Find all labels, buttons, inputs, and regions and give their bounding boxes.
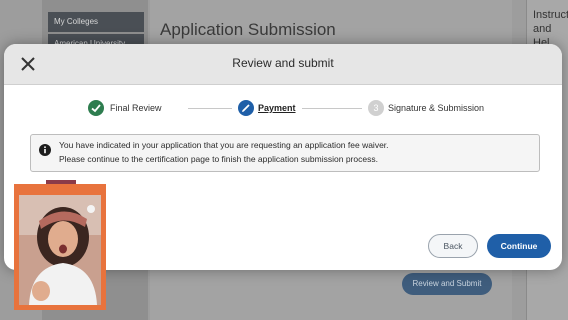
step-number-badge: 3 — [368, 100, 384, 116]
webcam-overlay[interactable] — [14, 184, 106, 310]
check-icon — [88, 100, 104, 116]
info-icon — [39, 143, 51, 156]
alert-text-line: You have indicated in your application t… — [59, 140, 389, 150]
background-page-title: Application Submission — [160, 20, 336, 39]
modal-header: Review and submit — [4, 44, 562, 85]
pencil-icon — [238, 100, 254, 116]
modal-title: Review and submit — [232, 56, 334, 70]
alert-text-line: Please continue to the certification pag… — [59, 154, 378, 164]
continue-button[interactable]: Continue — [487, 234, 551, 258]
step-final-review[interactable]: Final Review — [110, 103, 162, 113]
webcam-video — [19, 195, 101, 305]
step-signature-submission[interactable]: Signature & Submission — [388, 103, 484, 113]
fee-waiver-alert: You have indicated in your application t… — [30, 134, 540, 172]
back-button[interactable]: Back — [428, 234, 478, 258]
step-payment[interactable]: Payment — [258, 103, 296, 113]
step-connector — [302, 108, 362, 109]
progress-stepper: Final Review Payment 3 Signature & Submi… — [88, 100, 508, 122]
right-panel-line: Instruct — [533, 9, 568, 21]
step-connector — [188, 108, 232, 109]
review-and-submit-button[interactable]: Review and Submit — [402, 273, 492, 295]
sidebar-item-my-colleges[interactable]: My Colleges — [48, 12, 144, 32]
